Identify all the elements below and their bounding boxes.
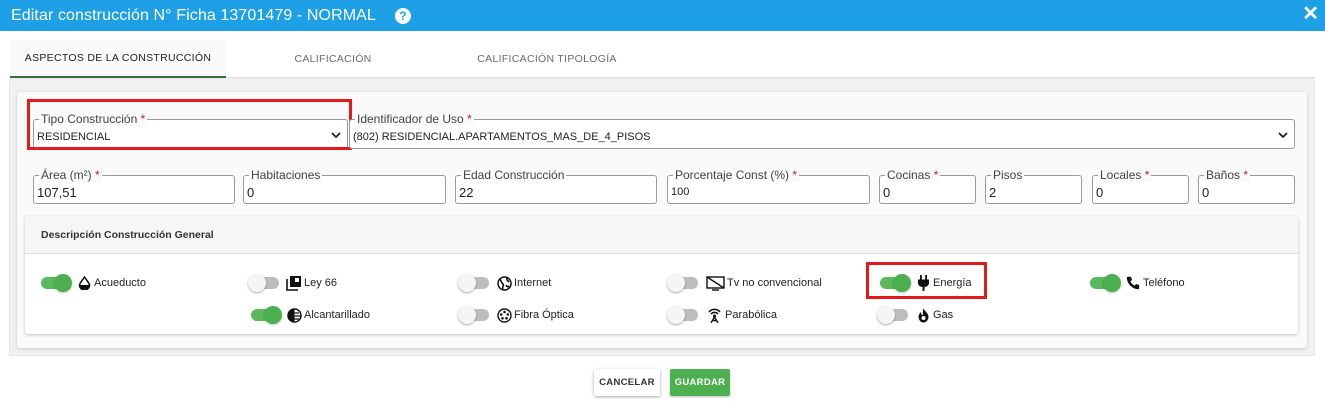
service-parabolica[interactable]: Parabólica: [667, 305, 777, 325]
area-label: Área (m²) *: [39, 168, 102, 182]
descripcion-card: Descripción Construcción General Acueduc…: [25, 216, 1298, 334]
energia-highlight: [866, 262, 987, 299]
fibra-optica-label: Fibra Óptica: [514, 309, 574, 321]
phone-icon: [1125, 275, 1141, 291]
acueducto-toggle[interactable]: [41, 274, 72, 292]
tv-no-convencional-label: Tv no convencional: [727, 277, 822, 289]
ley-66-label: Ley 66: [304, 277, 338, 289]
service-telefono[interactable]: Teléfono: [1090, 273, 1185, 293]
tipo-construccion-highlight: [27, 99, 352, 150]
satellite-antenna-icon: [705, 307, 723, 323]
dialog-title: Editar construcción N° Ficha 13701479 - …: [11, 6, 376, 24]
telefono-toggle[interactable]: [1090, 274, 1121, 292]
cocinas-value: 0: [883, 185, 891, 200]
edad-construccion-input[interactable]: Edad Construcción 22: [455, 168, 657, 204]
edad-construccion-value: 22: [459, 185, 474, 200]
habitaciones-value: 0: [247, 185, 255, 200]
dialog-header: Editar construcción N° Ficha 13701479 - …: [0, 0, 1325, 31]
locales-label: Locales *: [1098, 168, 1152, 182]
fibra-optica-toggle[interactable]: [458, 306, 489, 324]
banos-label: Baños *: [1204, 168, 1251, 182]
locales-value: 0: [1096, 185, 1104, 200]
gas-toggle[interactable]: [877, 306, 908, 324]
identificador-uso-select[interactable]: Identificador de Uso * (802) RESIDENCIAL…: [349, 112, 1295, 149]
habitaciones-input[interactable]: Habitaciones 0: [243, 168, 446, 204]
close-icon[interactable]: ✕: [1302, 3, 1319, 25]
service-alcantarillado[interactable]: Alcantarillado: [251, 305, 370, 325]
cancel-button[interactable]: CANCELAR: [594, 369, 660, 396]
internet-label: Internet: [514, 277, 552, 289]
service-acueducto[interactable]: Acueducto: [41, 273, 146, 293]
contrast-circle-icon: [286, 307, 302, 323]
layers-icon: [286, 275, 302, 291]
cocinas-label: Cocinas *: [885, 168, 941, 182]
ley-66-toggle[interactable]: [248, 274, 279, 292]
acueducto-label: Acueducto: [94, 277, 146, 289]
internet-toggle[interactable]: [458, 274, 489, 292]
porcentaje-const-input[interactable]: Porcentaje Const (%) * 100: [667, 168, 870, 204]
banos-value: 0: [1202, 185, 1210, 200]
telefono-label: Teléfono: [1143, 277, 1185, 289]
identificador-uso-value: (802) RESIDENCIAL.APARTAMENTOS_MAS_DE_4_…: [353, 131, 651, 143]
water-drop-icon: [76, 275, 92, 291]
porcentaje-const-value: 100: [671, 186, 690, 198]
question-circle-icon[interactable]: ?: [394, 7, 411, 24]
fiber-icon: [496, 307, 512, 323]
tab-bar: ASPECTOS DE LA CONSTRUCCIÓN CALIFICACIÓN…: [10, 40, 1315, 78]
edit-construction-dialog: Editar construcción N° Ficha 13701479 - …: [0, 0, 1325, 404]
chevron-down-icon: [1278, 132, 1288, 139]
parabolica-toggle[interactable]: [667, 306, 698, 324]
locales-input[interactable]: Locales * 0: [1092, 168, 1189, 204]
tab-calificacion-tipologia[interactable]: CALIFICACIÓN TIPOLOGÍA: [440, 40, 654, 78]
pisos-input[interactable]: Pisos 2: [985, 168, 1082, 204]
alcantarillado-label: Alcantarillado: [304, 309, 371, 321]
tab-calificacion[interactable]: CALIFICACIÓN: [226, 40, 440, 78]
service-gas[interactable]: Gas: [877, 305, 954, 325]
descripcion-title: Descripción Construcción General: [41, 229, 214, 241]
flame-icon: [915, 307, 931, 323]
alcantarillado-toggle[interactable]: [251, 306, 282, 324]
globe-icon: [496, 275, 512, 291]
cocinas-input[interactable]: Cocinas * 0: [879, 168, 976, 204]
service-fibra-optica[interactable]: Fibra Óptica: [458, 305, 574, 325]
identificador-uso-label: Identificador de Uso *: [355, 112, 474, 126]
porcentaje-const-label: Porcentaje Const (%) *: [673, 168, 800, 182]
service-internet[interactable]: Internet: [458, 273, 552, 293]
service-tv-no-convencional[interactable]: Tv no convencional: [667, 273, 822, 293]
tab-aspectos-construccion[interactable]: ASPECTOS DE LA CONSTRUCCIÓN: [10, 40, 226, 78]
gas-label: Gas: [933, 309, 954, 321]
service-ley-66[interactable]: Ley 66: [248, 273, 338, 293]
area-value: 107,51: [37, 185, 77, 200]
habitaciones-label: Habitaciones: [249, 168, 323, 182]
edad-construccion-label: Edad Construcción: [461, 168, 567, 182]
save-button[interactable]: GUARDAR: [670, 369, 730, 396]
dialog-footer: CANCELAR GUARDAR: [0, 368, 1325, 396]
pisos-label: Pisos: [991, 168, 1025, 182]
tv-no-convencional-toggle[interactable]: [667, 274, 698, 292]
descripcion-header: Descripción Construcción General: [25, 216, 1298, 254]
pisos-value: 2: [989, 185, 997, 200]
area-input[interactable]: Área (m²) * 107,51: [33, 168, 235, 204]
banos-input[interactable]: Baños * 0: [1198, 168, 1295, 204]
parabolica-label: Parabólica: [725, 309, 777, 321]
tv-off-icon: [705, 275, 725, 291]
